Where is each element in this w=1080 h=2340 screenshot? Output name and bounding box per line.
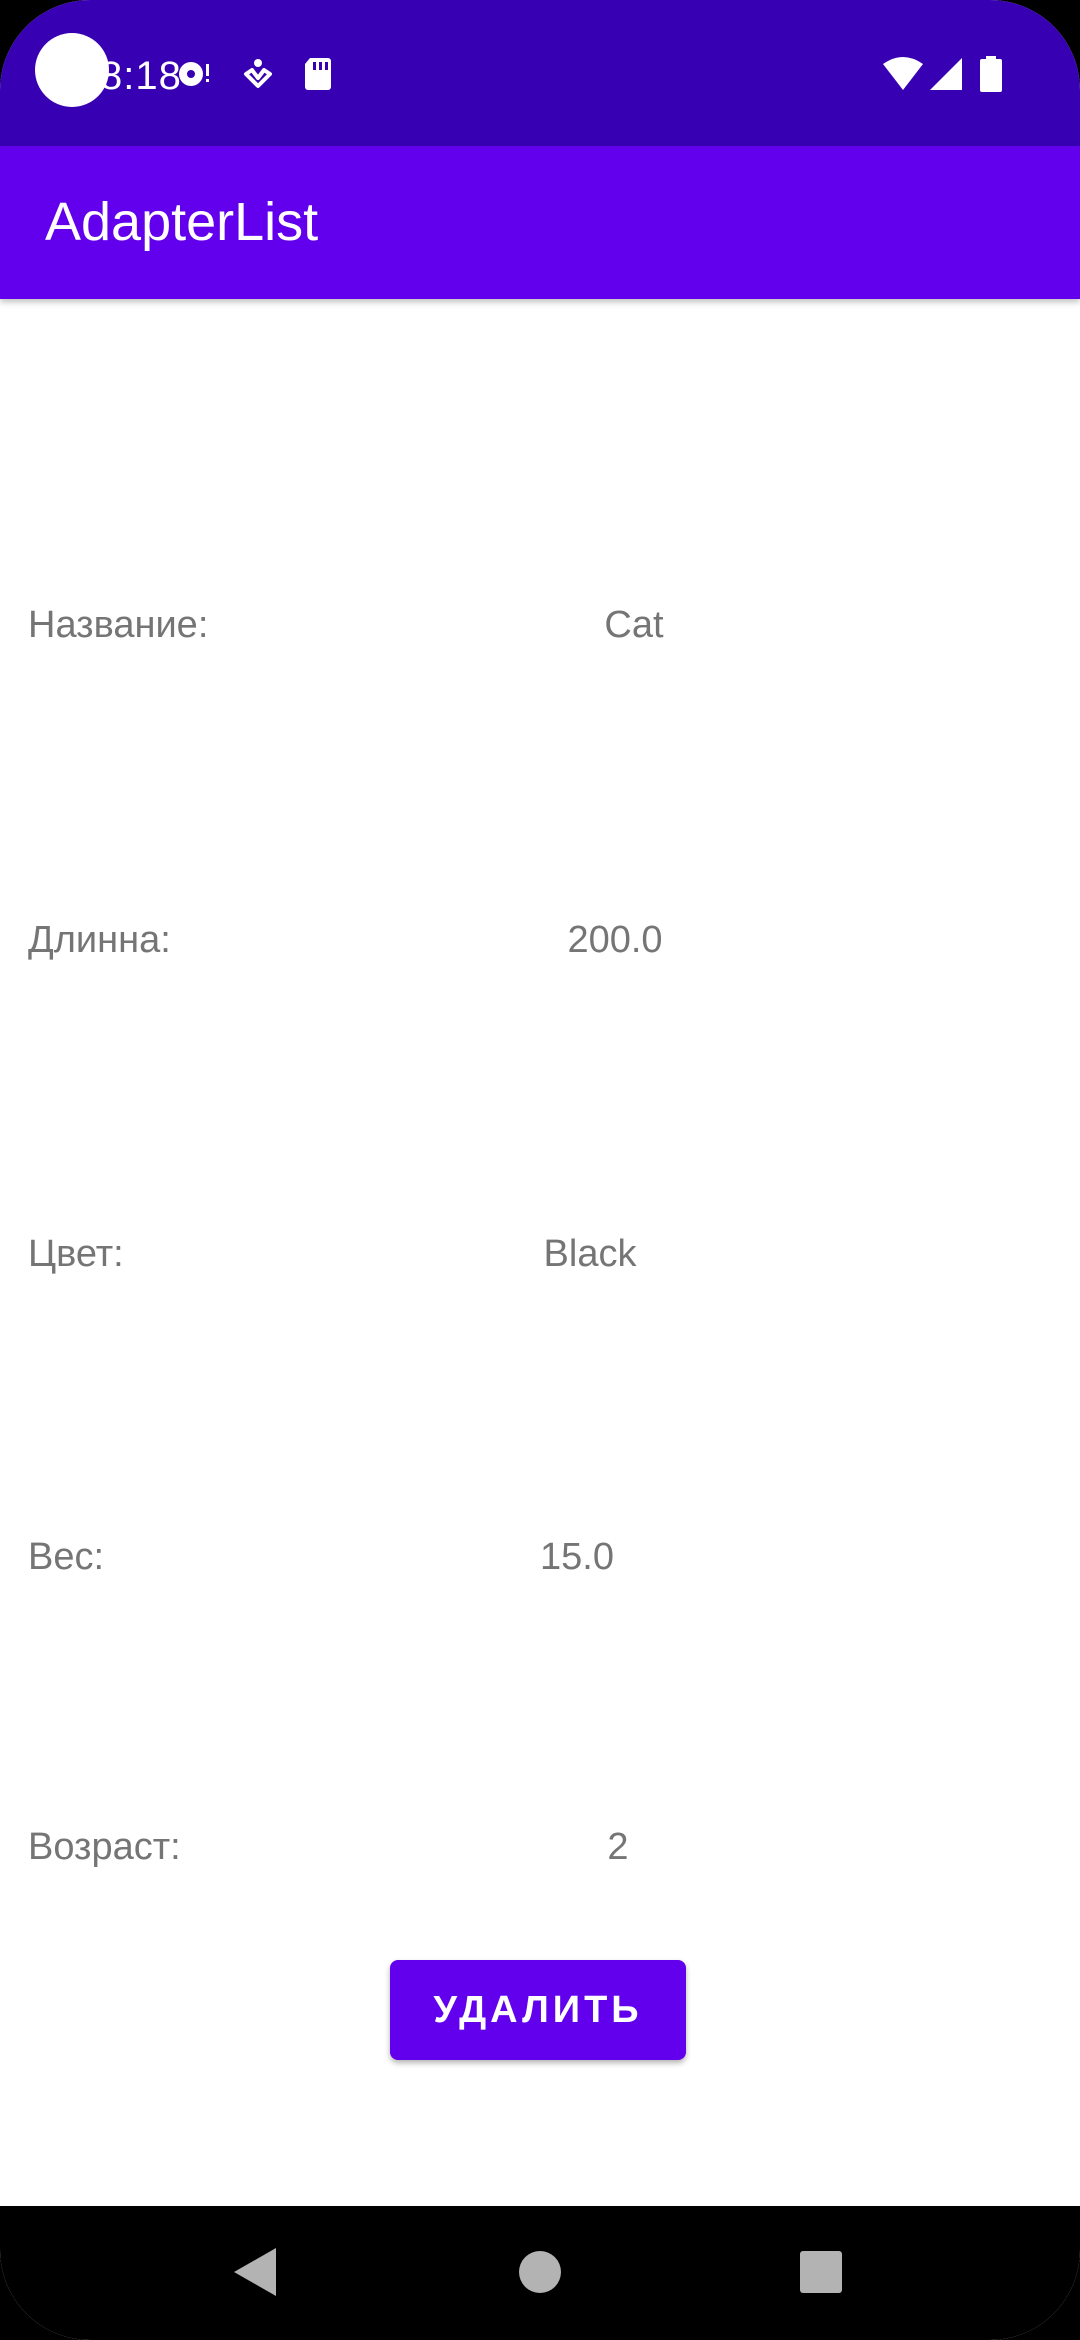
wifi-icon xyxy=(883,57,923,90)
app-bar: AdapterList xyxy=(0,146,1080,299)
age-label: Возраст: xyxy=(28,1826,181,1868)
back-icon[interactable] xyxy=(232,2246,278,2298)
color-value: Black xyxy=(543,1233,637,1275)
camera-cutout xyxy=(35,33,109,107)
home-icon[interactable] xyxy=(518,2250,562,2294)
navigation-bar xyxy=(0,2206,1080,2340)
media-notification-icon xyxy=(179,62,209,86)
cell-signal-icon xyxy=(930,58,962,90)
status-time: 8:18 xyxy=(100,54,182,98)
sd-card-icon xyxy=(305,58,331,90)
status-bar: 8:18 xyxy=(0,0,1080,146)
weight-label: Вес: xyxy=(28,1536,105,1578)
length-label: Длинна: xyxy=(28,919,171,961)
weight-value: 15.0 xyxy=(540,1536,614,1578)
color-label: Цвет: xyxy=(28,1233,124,1275)
battery-icon xyxy=(980,56,1002,92)
age-value: 2 xyxy=(607,1826,629,1868)
delete-button[interactable]: УДАЛИТЬ xyxy=(390,1960,686,2060)
name-label: Название: xyxy=(28,604,209,646)
length-value: 200.0 xyxy=(567,919,663,961)
recents-icon[interactable] xyxy=(800,2251,842,2293)
app-title: AdapterList xyxy=(45,192,319,252)
name-value: Cat xyxy=(604,604,664,646)
phone-screen: 8:18 AdapterList Название: Cat Длинна: 2… xyxy=(0,0,1080,2340)
accessibility-notification-icon xyxy=(244,59,272,88)
